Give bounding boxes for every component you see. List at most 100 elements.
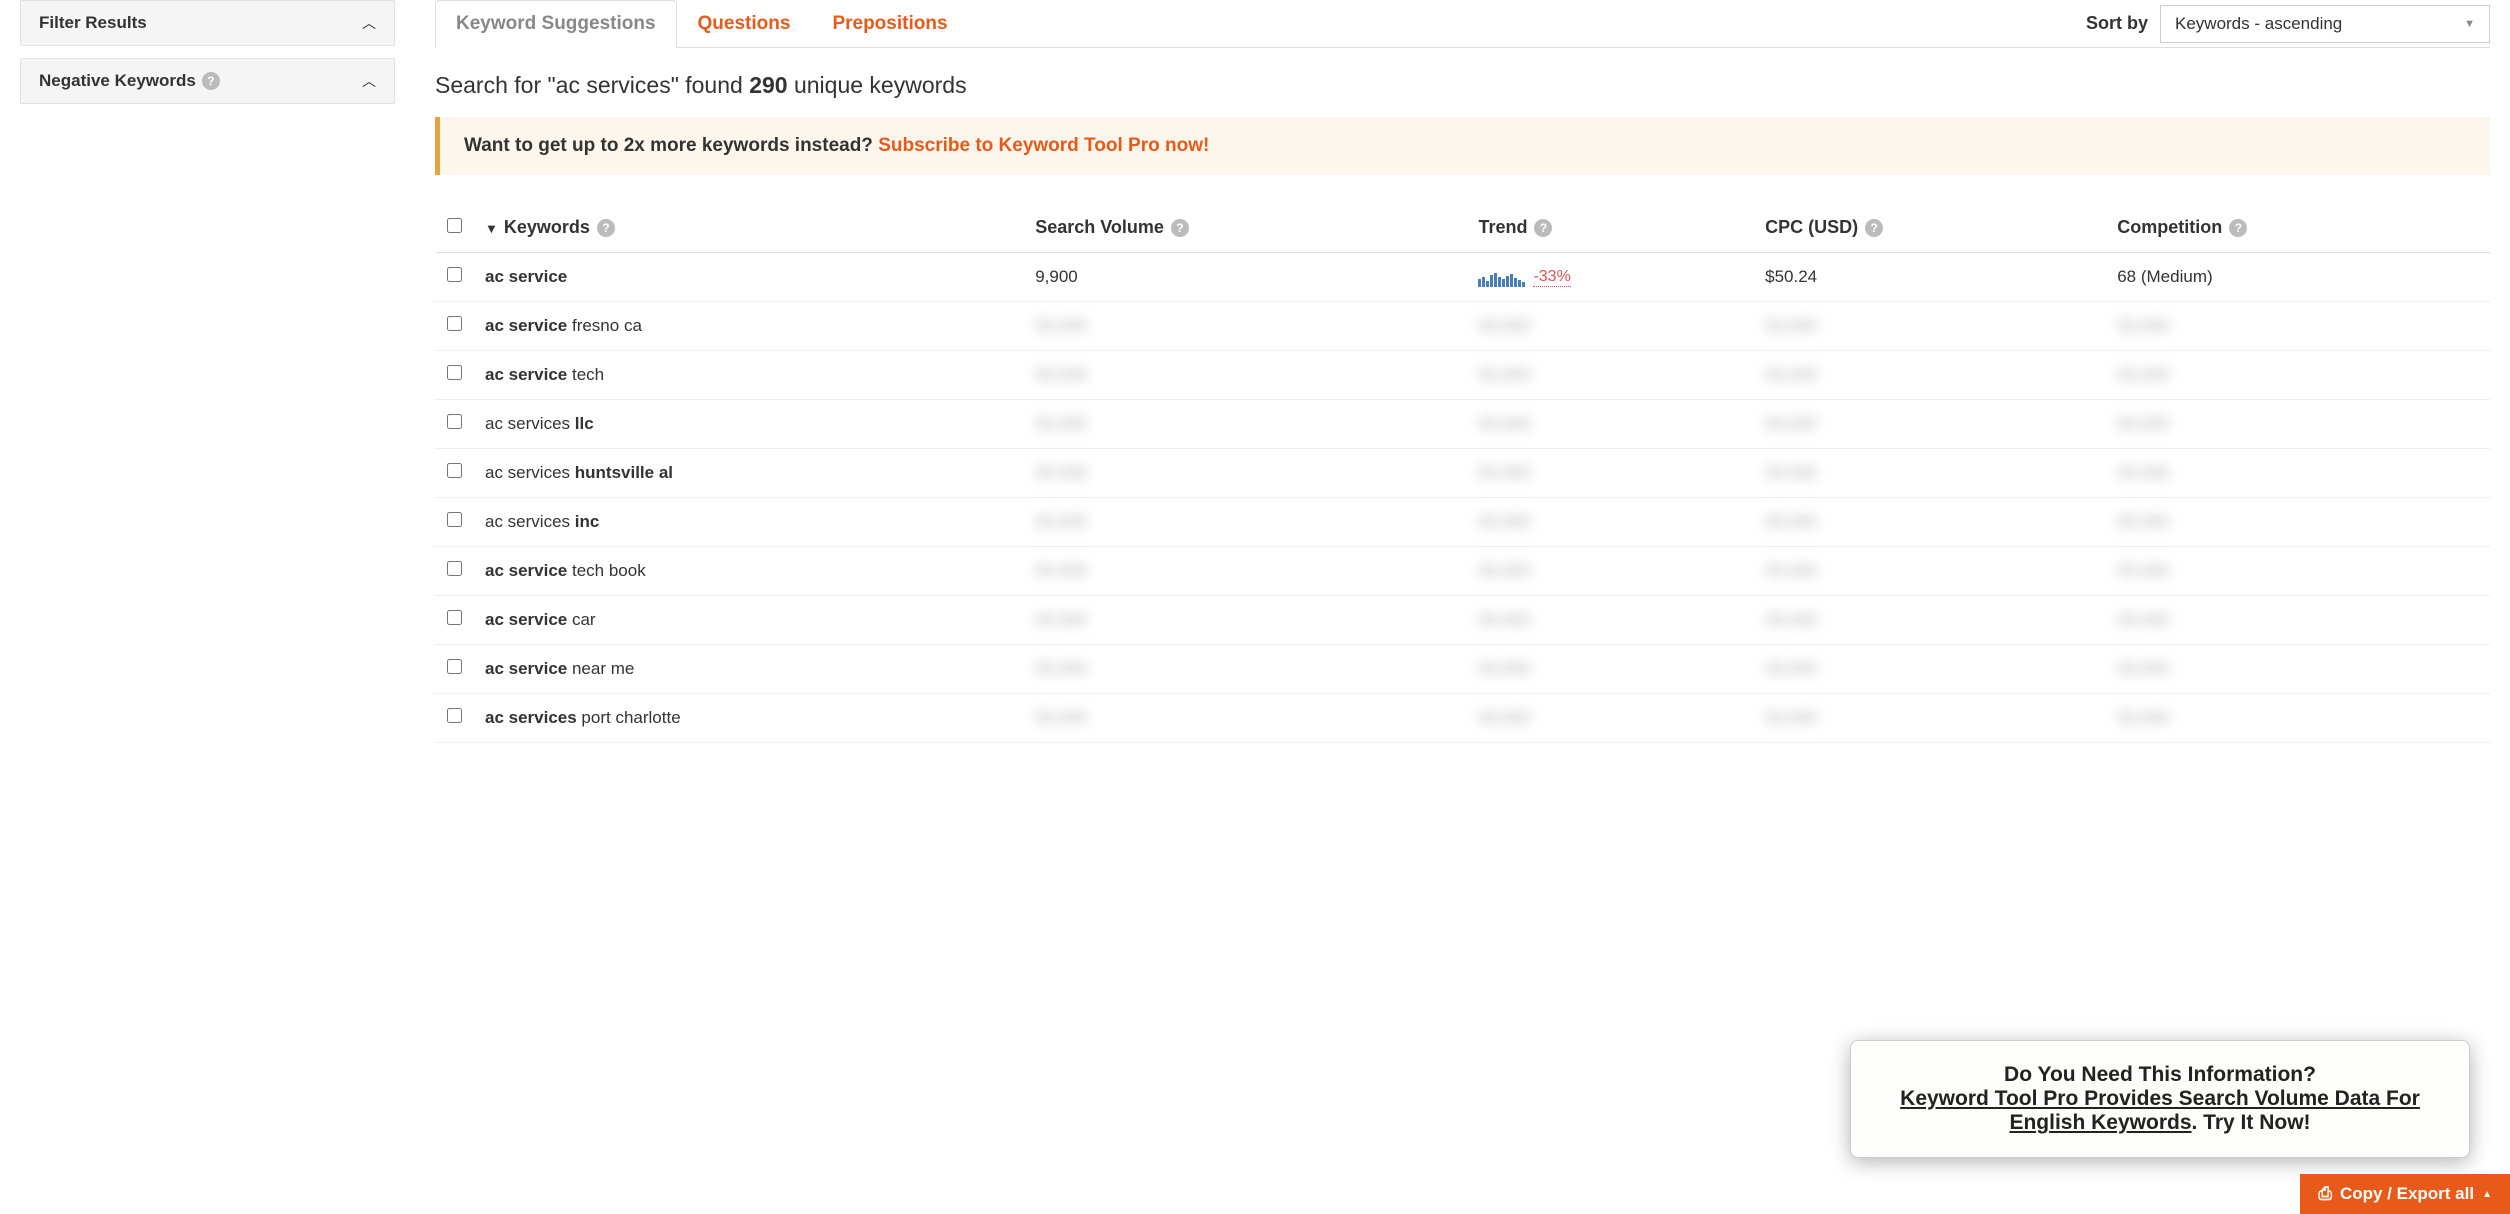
keyword-cell: ac service car	[475, 596, 1025, 645]
tabs-row: Keyword Suggestions Questions Prepositio…	[435, 0, 2490, 48]
table-row: ac service car00,00000,00000,00000,000	[435, 596, 2490, 645]
blurred-cell: 00,000	[1755, 351, 2107, 400]
blurred-cell: 00,000	[1468, 547, 1755, 596]
promo-banner: Want to get up to 2x more keywords inste…	[435, 117, 2490, 175]
subscribe-link[interactable]: Subscribe to Keyword Tool Pro now!	[878, 135, 1209, 156]
filter-results-title: Filter Results	[39, 13, 147, 33]
negative-keywords-title: Negative Keywords ?	[39, 71, 220, 91]
cpc-cell: $50.24	[1755, 253, 2107, 302]
col-competition[interactable]: Competition ?	[2107, 203, 2490, 253]
blurred-cell: 00,000	[1755, 694, 2107, 743]
keywords-table: ▼Keywords ? Search Volume ? Trend ? CPC …	[435, 203, 2490, 743]
blurred-cell: 00,000	[2107, 449, 2490, 498]
help-icon[interactable]: ?	[2229, 219, 2247, 237]
blurred-cell: 00,000	[2107, 351, 2490, 400]
blurred-cell: 00,000	[1755, 498, 2107, 547]
popup-line1: Do You Need This Information?	[1879, 1063, 2441, 1087]
keyword-cell: ac service	[475, 253, 1025, 302]
row-checkbox[interactable]	[447, 365, 462, 380]
popup-link[interactable]: Keyword Tool Pro Provides Search Volume …	[1900, 1087, 2420, 1134]
row-checkbox[interactable]	[447, 316, 462, 331]
competition-cell: 68 (Medium)	[2107, 253, 2490, 302]
search-summary: Search for "ac services" found 290 uniqu…	[435, 48, 2490, 117]
blurred-cell: 00,000	[1025, 645, 1468, 694]
blurred-cell: 00,000	[2107, 400, 2490, 449]
blurred-cell: 00,000	[2107, 694, 2490, 743]
help-icon[interactable]: ?	[1171, 219, 1189, 237]
blurred-cell: 00,000	[1755, 547, 2107, 596]
blurred-cell: 00,000	[1468, 302, 1755, 351]
blurred-cell: 00,000	[1468, 498, 1755, 547]
blurred-cell: 00,000	[2107, 498, 2490, 547]
help-icon[interactable]: ?	[597, 219, 615, 237]
keyword-cell: ac services huntsville al	[475, 449, 1025, 498]
blurred-cell: 00,000	[1755, 596, 2107, 645]
filter-results-panel[interactable]: Filter Results ︿	[20, 0, 395, 46]
sort-by-label: Sort by	[2086, 13, 2148, 34]
table-row: ac service tech00,00000,00000,00000,000	[435, 351, 2490, 400]
blurred-cell: 00,000	[1025, 694, 1468, 743]
blurred-cell: 00,000	[1755, 449, 2107, 498]
blurred-cell: 00,000	[1025, 400, 1468, 449]
tab-keyword-suggestions[interactable]: Keyword Suggestions	[435, 0, 677, 48]
tab-prepositions[interactable]: Prepositions	[811, 0, 968, 47]
keyword-cell: ac services llc	[475, 400, 1025, 449]
row-checkbox[interactable]	[447, 512, 462, 527]
keyword-cell: ac service tech book	[475, 547, 1025, 596]
col-trend[interactable]: Trend ?	[1468, 203, 1755, 253]
blurred-cell: 00,000	[1468, 351, 1755, 400]
blurred-cell: 00,000	[1468, 596, 1755, 645]
blurred-cell: 00,000	[1755, 400, 2107, 449]
blurred-cell: 00,000	[1468, 449, 1755, 498]
sort-selected-value: Keywords - ascending	[2175, 14, 2342, 34]
keyword-cell: ac services inc	[475, 498, 1025, 547]
col-keywords[interactable]: ▼Keywords ?	[475, 203, 1025, 253]
col-search-volume[interactable]: Search Volume ?	[1025, 203, 1468, 253]
chevron-up-icon: ︿	[362, 13, 376, 33]
help-icon[interactable]: ?	[202, 72, 220, 90]
volume-cell: 9,900	[1025, 253, 1468, 302]
copy-export-button[interactable]: ⎙ Copy / Export all ▲	[2300, 1174, 2510, 1214]
select-all-checkbox[interactable]	[447, 218, 462, 233]
blurred-cell: 00,000	[1468, 645, 1755, 694]
keyword-cell: ac service fresno ca	[475, 302, 1025, 351]
upsell-popup[interactable]: Do You Need This Information? Keyword To…	[1850, 1040, 2470, 1158]
row-checkbox[interactable]	[447, 267, 462, 282]
blurred-cell: 00,000	[1025, 351, 1468, 400]
trend-bars-icon	[1478, 271, 1525, 287]
trend-cell: -33%	[1468, 253, 1755, 302]
blurred-cell: 00,000	[1755, 302, 2107, 351]
keyword-cell: ac services port charlotte	[475, 694, 1025, 743]
table-row: ac services inc00,00000,00000,00000,000	[435, 498, 2490, 547]
col-cpc[interactable]: CPC (USD) ?	[1755, 203, 2107, 253]
blurred-cell: 00,000	[1755, 645, 2107, 694]
table-row: ac service near me00,00000,00000,00000,0…	[435, 645, 2490, 694]
table-row: ac service tech book00,00000,00000,00000…	[435, 547, 2490, 596]
blurred-cell: 00,000	[1025, 302, 1468, 351]
caret-up-icon: ▲	[2482, 1189, 2492, 1200]
blurred-cell: 00,000	[1025, 547, 1468, 596]
help-icon[interactable]: ?	[1534, 219, 1552, 237]
sort-select[interactable]: Keywords - ascending ▼	[2160, 5, 2490, 43]
row-checkbox[interactable]	[447, 659, 462, 674]
row-checkbox[interactable]	[447, 414, 462, 429]
blurred-cell: 00,000	[1468, 694, 1755, 743]
help-icon[interactable]: ?	[1865, 219, 1883, 237]
negative-keywords-panel[interactable]: Negative Keywords ? ︿	[20, 58, 395, 104]
blurred-cell: 00,000	[1025, 498, 1468, 547]
sort-desc-icon: ▼	[485, 221, 498, 236]
table-row: ac service9,900 -33% $50.2468 (Medium)	[435, 253, 2490, 302]
table-row: ac services llc00,00000,00000,00000,000	[435, 400, 2490, 449]
keyword-cell: ac service near me	[475, 645, 1025, 694]
trend-value: -33%	[1533, 268, 1570, 287]
table-row: ac services huntsville al00,00000,00000,…	[435, 449, 2490, 498]
blurred-cell: 00,000	[2107, 645, 2490, 694]
blurred-cell: 00,000	[1025, 596, 1468, 645]
blurred-cell: 00,000	[1025, 449, 1468, 498]
row-checkbox[interactable]	[447, 561, 462, 576]
row-checkbox[interactable]	[447, 610, 462, 625]
blurred-cell: 00,000	[2107, 596, 2490, 645]
row-checkbox[interactable]	[447, 708, 462, 723]
tab-questions[interactable]: Questions	[677, 0, 812, 47]
row-checkbox[interactable]	[447, 463, 462, 478]
